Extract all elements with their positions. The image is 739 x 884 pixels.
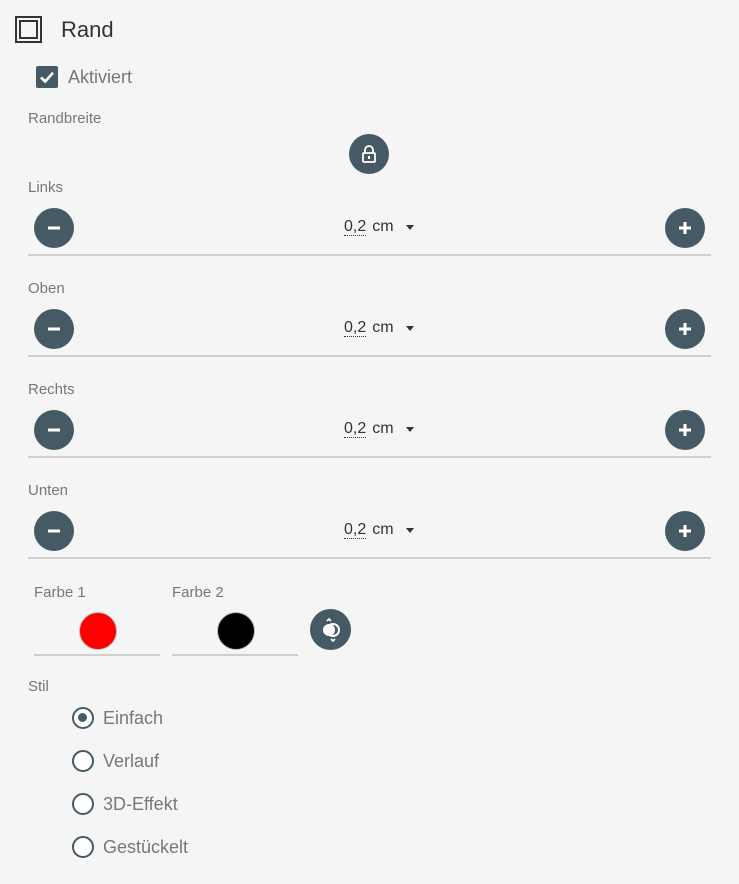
minus-icon (48, 529, 60, 533)
color1-picker[interactable] (34, 610, 160, 656)
right-width-field[interactable]: 0,2 cm (344, 420, 414, 438)
checkmark-icon (40, 71, 54, 84)
bottom-width-unit[interactable]: cm (372, 521, 393, 539)
side-label-bottom: Unten (28, 482, 69, 499)
color2-label: Farbe 2 (172, 584, 224, 601)
side-label-left: Links (28, 179, 64, 196)
plus-icon (679, 525, 691, 537)
right-width-value[interactable]: 0,2 (344, 420, 367, 438)
style-option-label: Verlauf (103, 750, 160, 771)
bottom-width-value[interactable]: 0,2 (344, 521, 367, 539)
style-label: Stil (28, 678, 49, 695)
side-label-top: Oben (28, 280, 65, 297)
style-option-label: 3D-Effekt (103, 793, 178, 814)
increase-bottom-button[interactable] (665, 511, 705, 551)
radio-button[interactable] (72, 836, 94, 858)
lock-icon (362, 145, 376, 163)
top-width-unit[interactable]: cm (372, 319, 393, 337)
color1-swatch[interactable] (79, 612, 117, 650)
radio-button[interactable] (72, 707, 94, 729)
style-option-3d[interactable]: 3D-Effekt (72, 793, 178, 815)
side-row-right: 0,2 cm (28, 410, 711, 458)
chevron-down-icon[interactable] (405, 426, 414, 432)
border-width-label: Randbreite (28, 110, 102, 127)
side-row-bottom: 0,2 cm (28, 511, 711, 559)
style-option-label: Einfach (103, 707, 164, 728)
side-row-top: 0,2 cm (28, 309, 711, 357)
enabled-checkbox[interactable] (36, 66, 58, 88)
side-label-right: Rechts (28, 381, 75, 398)
plus-icon (679, 323, 691, 335)
swap-colors-icon (322, 617, 340, 642)
chevron-down-icon[interactable] (405, 224, 414, 230)
decrease-top-button[interactable] (34, 309, 74, 349)
lock-ratio-button[interactable] (349, 134, 389, 174)
top-width-value[interactable]: 0,2 (344, 319, 367, 337)
chevron-down-icon[interactable] (405, 325, 414, 331)
increase-left-button[interactable] (665, 208, 705, 248)
right-width-unit[interactable]: cm (372, 420, 393, 438)
chevron-down-icon[interactable] (405, 527, 414, 533)
style-option-gestueckelt[interactable]: Gestückelt (72, 836, 188, 858)
bottom-width-field[interactable]: 0,2 cm (344, 521, 414, 539)
top-width-field[interactable]: 0,2 cm (344, 319, 414, 337)
panel-title: Rand (61, 16, 114, 42)
color2-picker[interactable] (172, 610, 298, 656)
minus-icon (48, 226, 60, 230)
radio-button[interactable] (72, 750, 94, 772)
radio-button[interactable] (72, 793, 94, 815)
border-square-icon (15, 16, 42, 43)
style-option-label: Gestückelt (103, 836, 189, 857)
color1-label: Farbe 1 (34, 584, 86, 601)
plus-icon (679, 222, 691, 234)
minus-icon (48, 428, 60, 432)
decrease-right-button[interactable] (34, 410, 74, 450)
decrease-bottom-button[interactable] (34, 511, 74, 551)
decrease-left-button[interactable] (34, 208, 74, 248)
increase-right-button[interactable] (665, 410, 705, 450)
left-width-value[interactable]: 0,2 (344, 218, 367, 236)
swap-colors-button[interactable] (310, 609, 351, 650)
left-width-field[interactable]: 0,2 cm (344, 218, 414, 236)
color2-swatch[interactable] (217, 612, 255, 650)
plus-icon (679, 424, 691, 436)
increase-top-button[interactable] (665, 309, 705, 349)
minus-icon (48, 327, 60, 331)
panel-header: Rand (15, 16, 114, 43)
style-option-einfach[interactable]: Einfach (72, 707, 163, 729)
side-row-left: 0,2 cm (28, 208, 711, 256)
left-width-unit[interactable]: cm (372, 218, 393, 236)
enabled-checkbox-row[interactable]: Aktiviert (36, 66, 132, 88)
enabled-label: Aktiviert (68, 66, 133, 87)
style-option-verlauf[interactable]: Verlauf (72, 750, 159, 772)
